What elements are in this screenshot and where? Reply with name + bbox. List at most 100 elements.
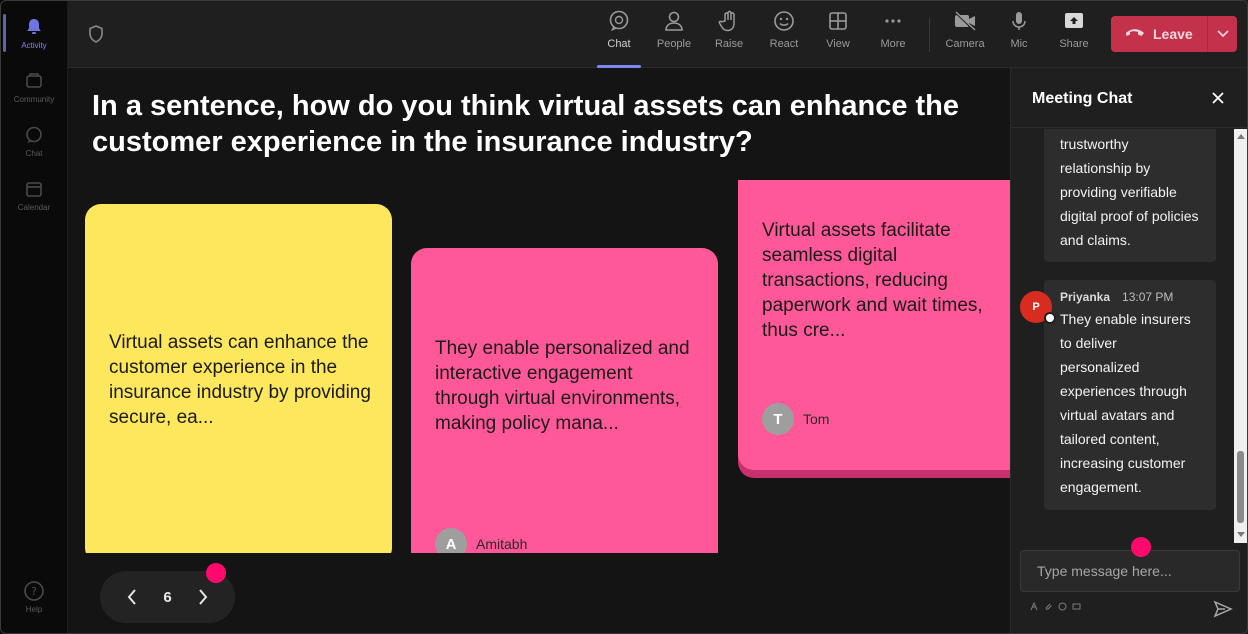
rail-item-label: Chat [25, 149, 43, 158]
prev-page-button[interactable] [120, 585, 144, 609]
card-text: Virtual assets can enhance the customer … [109, 332, 371, 428]
chat-icon [606, 8, 632, 34]
grid-icon [825, 8, 851, 34]
hand-icon [716, 8, 742, 34]
toolbar-camera-button[interactable]: Camera [941, 8, 989, 64]
click-indicator-dot [206, 563, 226, 583]
close-chat-button[interactable] [1208, 88, 1228, 108]
chevron-left-icon [127, 589, 136, 605]
message-text: trustworthy relationship by providing ve… [1060, 136, 1199, 248]
message-text: They enable insurers to deliver personal… [1060, 311, 1191, 495]
leave-label: Leave [1153, 26, 1193, 42]
sender-name: Priyanka [1060, 290, 1111, 304]
send-icon [1213, 600, 1233, 618]
chat-icon [23, 124, 45, 146]
sticky-note-card[interactable]: They enable personalized and interactive… [411, 248, 718, 568]
next-page-button[interactable] [191, 585, 215, 609]
toolbar-react-button[interactable]: React [760, 8, 808, 64]
chat-message-input[interactable] [1020, 550, 1240, 592]
toolbar-button-label: Raise [714, 38, 744, 50]
page-number: 6 [163, 588, 172, 606]
leave-main-button[interactable]: Leave [1111, 16, 1207, 52]
click-indicator-dot [1131, 537, 1151, 557]
chat-scrollbar[interactable] [1234, 129, 1247, 543]
attach-icon[interactable] [1044, 602, 1053, 611]
leave-dropdown[interactable] [1208, 25, 1237, 43]
card-text: They enable personalized and interactive… [435, 338, 690, 434]
meeting-chat-panel: Meeting Chat trustworthy relationship by… [1010, 68, 1248, 634]
phone-hangup-icon [1125, 25, 1145, 44]
author-name: Amitabh [476, 536, 528, 552]
presentation-stage: In a sentence, how do you think virtual … [68, 68, 1010, 634]
chat-message-list[interactable]: trustworthy relationship by providing ve… [1011, 129, 1233, 539]
rail-item-label: Calendar [17, 203, 51, 212]
emoji-icon[interactable] [1058, 602, 1067, 611]
toolbar-more-button[interactable]: More [869, 8, 917, 64]
avatar: P [1020, 291, 1056, 324]
people-icon [661, 8, 687, 34]
camera-off-icon [952, 8, 978, 34]
toolbar-mic-button[interactable]: Mic [995, 8, 1043, 64]
smiley-icon [771, 8, 797, 34]
toolbar-chat-button[interactable]: Chat [595, 8, 643, 68]
chevron-right-icon [199, 589, 208, 605]
send-button[interactable] [1213, 599, 1233, 619]
rail-item-chat[interactable]: Chat [0, 116, 68, 166]
rail-item-label: Community [13, 95, 55, 104]
toolbar-button-label: View [826, 38, 850, 50]
calendar-icon [23, 178, 45, 200]
rail-item-calendar[interactable]: Calendar [0, 170, 68, 220]
toolbar-button-label: More [880, 38, 906, 50]
rail-item-label: Activity [21, 41, 47, 50]
gif-icon[interactable] [1072, 602, 1081, 611]
card-author: T Tom [762, 403, 829, 435]
toolbar-people-button[interactable]: People [650, 8, 698, 64]
rail-item-help[interactable]: ? Help [0, 572, 68, 622]
meeting-toolbar: Chat People Raise React View More Camera… [68, 0, 1248, 68]
chat-header: Meeting Chat [1011, 68, 1248, 128]
mic-icon [1006, 8, 1032, 34]
rail-item-label: Help [25, 605, 43, 614]
toolbar-button-label: Mic [1010, 38, 1028, 50]
toolbar-button-label: React [769, 38, 799, 50]
toolbar-divider [929, 18, 930, 52]
avatar-initial: P [1032, 301, 1040, 313]
scrollbar-thumb[interactable] [1237, 451, 1244, 523]
shield-icon[interactable] [86, 24, 106, 44]
toolbar-raise-button[interactable]: Raise [705, 8, 753, 64]
app-rail: Activity Community Chat Calendar ? Help [0, 0, 68, 634]
community-icon [23, 70, 45, 92]
toolbar-button-label: Camera [945, 38, 985, 50]
svg-text:?: ? [31, 585, 37, 598]
toolbar-button-label: People [656, 38, 692, 50]
avatar: T [762, 403, 794, 435]
chevron-down-icon [1216, 25, 1229, 43]
scroll-up-icon[interactable] [1236, 131, 1245, 141]
chat-title: Meeting Chat [1032, 90, 1133, 107]
rail-item-activity[interactable]: Activity [0, 8, 68, 58]
toolbar-view-button[interactable]: View [814, 8, 862, 64]
compose-toolbar [1030, 602, 1081, 611]
author-name: Tom [803, 411, 830, 427]
chat-message: Priyanka 13:07 PM They enable insurers t… [1044, 280, 1216, 510]
leave-button[interactable]: Leave [1111, 16, 1237, 52]
toolbar-button-label: Chat [607, 38, 631, 50]
ellipsis-icon [880, 8, 906, 34]
format-icon[interactable] [1030, 602, 1039, 611]
sticky-note-card[interactable]: Virtual assets can enhance the customer … [85, 204, 392, 564]
close-icon [1212, 92, 1224, 104]
share-icon [1061, 8, 1087, 34]
help-icon: ? [23, 580, 45, 602]
rail-item-community[interactable]: Community [0, 62, 68, 112]
message-time: 13:07 PM [1122, 290, 1174, 304]
toolbar-share-button[interactable]: Share [1050, 8, 1098, 64]
message-meta: Priyanka 13:07 PM [1060, 289, 1200, 305]
sticky-note-card[interactable]: Virtual assets facilitate seamless digit… [738, 180, 1010, 470]
card-text: Virtual assets facilitate seamless digit… [762, 220, 983, 341]
question-title: In a sentence, how do you think virtual … [92, 90, 960, 158]
chat-message: trustworthy relationship by providing ve… [1044, 129, 1216, 262]
presence-status-icon [1044, 312, 1056, 324]
bell-icon [23, 16, 45, 38]
toolbar-button-label: Share [1059, 38, 1089, 50]
scroll-down-icon[interactable] [1236, 530, 1245, 540]
